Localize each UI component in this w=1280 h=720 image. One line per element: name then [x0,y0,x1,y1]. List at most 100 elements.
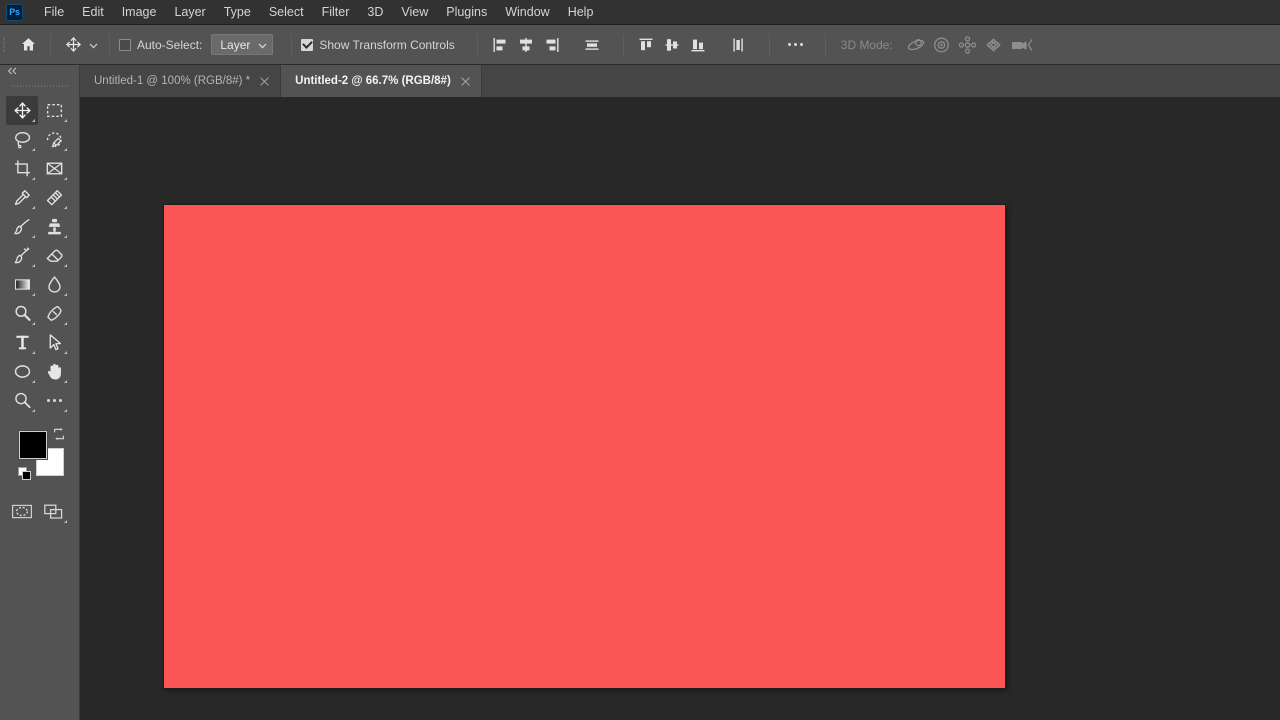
tool-lasso[interactable] [6,125,38,154]
screen-mode-button[interactable] [38,497,70,526]
home-button[interactable] [15,32,41,58]
more-options-icon [788,43,804,46]
options-bar-grip[interactable] [0,25,7,65]
divider [824,33,826,56]
photoshop-window: Ps File Edit Image Layer Type Select Fil… [0,0,1280,720]
healing-brush-icon [45,188,64,207]
document-tab-untitled-1[interactable]: Untitled-1 @ 100% (RGB/8#) * [80,65,282,97]
auto-select-target-dropdown[interactable]: Layer [211,34,274,55]
menu-select[interactable]: Select [260,2,313,22]
align-horizontal-centers-icon [517,36,535,54]
camera-3d-icon [1010,36,1034,54]
tool-brush[interactable] [6,212,38,241]
menu-view[interactable]: View [392,2,437,22]
pen-tool-icon [45,304,64,323]
align-horizontal-centers-button[interactable] [513,32,539,58]
tool-frame[interactable] [38,154,70,183]
swap-colors-icon[interactable] [52,427,66,441]
canvas-workspace[interactable] [80,98,1280,720]
distribute-horizontally-button[interactable] [579,32,605,58]
menu-3d[interactable]: 3D [358,2,392,22]
tool-clone-stamp[interactable] [38,212,70,241]
menu-plugins[interactable]: Plugins [437,2,496,22]
menu-window[interactable]: Window [496,2,558,22]
tool-crop[interactable] [6,154,38,183]
menu-help[interactable]: Help [559,2,603,22]
divider [476,33,478,56]
3d-roll-button[interactable] [929,32,955,58]
close-icon[interactable] [460,76,471,87]
hand-tool-icon [45,362,64,381]
menu-bar: Ps File Edit Image Layer Type Select Fil… [0,0,1280,25]
menu-edit[interactable]: Edit [73,2,113,22]
document-canvas[interactable] [164,205,1005,688]
tool-dodge[interactable] [6,299,38,328]
path-selection-icon [45,333,64,352]
ellipse-tool-icon [13,362,32,381]
tool-ellipse[interactable] [6,357,38,386]
current-tool-button[interactable] [60,32,86,58]
3d-mode-label: 3D Mode: [840,37,893,52]
align-vertical-centers-icon [663,36,681,54]
tool-path-selection[interactable] [38,328,70,357]
align-right-edges-button[interactable] [539,32,565,58]
align-top-edges-button[interactable] [633,32,659,58]
tool-move[interactable] [6,96,38,125]
quick-mask-mode-button[interactable] [6,497,38,526]
tool-horizontal-type[interactable] [6,328,38,357]
history-brush-icon [13,246,32,265]
photoshop-logo-icon: Ps [6,3,23,21]
menu-layer[interactable]: Layer [165,2,214,22]
auto-select-checkbox-box [119,38,131,51]
align-left-edges-button[interactable] [487,32,513,58]
tool-eyedropper[interactable] [6,183,38,212]
tool-history-brush[interactable] [6,241,38,270]
tool-pen[interactable] [38,299,70,328]
show-transform-controls-label: Show Transform Controls [319,37,455,52]
type-tool-icon [13,333,32,352]
collapse-panel-button[interactable] [0,65,79,80]
distribute-vertically-icon [729,36,747,54]
lasso-tool-icon [13,130,32,149]
tool-spot-healing-brush[interactable] [38,183,70,212]
foreground-color-swatch[interactable] [19,431,47,459]
tool-eraser[interactable] [38,241,70,270]
tools-panel-grip[interactable] [10,80,69,92]
3d-slide-button[interactable] [981,32,1007,58]
tool-preset-picker[interactable] [86,32,100,58]
default-colors-icon[interactable] [18,467,32,481]
close-icon[interactable] [259,76,270,87]
tool-hand[interactable] [38,357,70,386]
align-bottom-edges-icon [689,36,707,54]
tool-zoom[interactable] [6,386,38,415]
distribute-horizontally-icon [583,36,601,54]
align-vertical-centers-button[interactable] [659,32,685,58]
rectangular-marquee-icon [45,101,64,120]
auto-select-checkbox[interactable]: Auto-Select: [119,38,202,52]
menu-type[interactable]: Type [215,2,260,22]
menu-file[interactable]: File [35,2,73,22]
tools-grid [0,96,79,415]
tool-blur[interactable] [38,270,70,299]
3d-camera-button[interactable] [1007,32,1037,58]
menu-image[interactable]: Image [113,2,166,22]
more-options-button[interactable] [779,32,813,58]
more-tools-icon [46,399,62,402]
divider [50,33,51,56]
3d-orbit-button[interactable] [903,32,929,58]
tools-panel [0,65,80,720]
menu-filter[interactable]: Filter [313,2,359,22]
3d-pan-button[interactable] [955,32,981,58]
tool-gradient[interactable] [6,270,38,299]
tool-quick-selection[interactable] [38,125,70,154]
clone-stamp-icon [45,217,64,236]
show-transform-controls-checkbox-box [301,38,314,51]
tool-edit-toolbar[interactable] [38,386,70,415]
document-tab-untitled-2[interactable]: Untitled-2 @ 66.7% (RGB/8#) [281,65,482,97]
eyedropper-icon [13,188,32,207]
align-bottom-edges-button[interactable] [685,32,711,58]
show-transform-controls-checkbox[interactable]: Show Transform Controls [301,37,455,52]
divider [768,33,770,56]
tool-rectangular-marquee[interactable] [38,96,70,125]
distribute-vertically-button[interactable] [725,32,751,58]
